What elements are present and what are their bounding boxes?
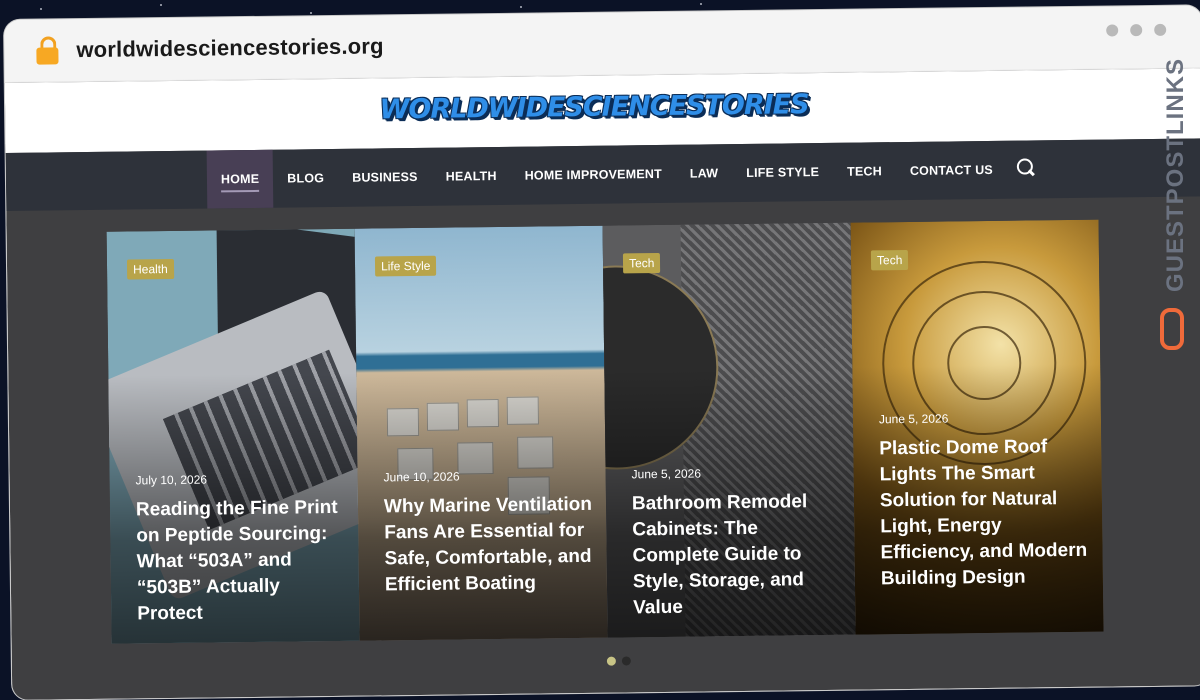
nav-home[interactable]: HOME <box>206 149 274 209</box>
link-icon <box>1160 308 1184 350</box>
pagination-dot-active[interactable] <box>606 656 616 666</box>
site-logo[interactable]: WORLDWIDESCIENCESTORIES <box>379 89 808 125</box>
window-controls <box>1106 23 1167 37</box>
browser-window: worldwidesciencestories.org WORLDWIDESCI… <box>4 5 1200 700</box>
nav-contact-us[interactable]: CONTACT US <box>896 141 1008 200</box>
slide-card[interactable]: Tech June 5, 2026 Bathroom Remodel Cabin… <box>602 222 856 638</box>
post-title[interactable]: Plastic Dome Roof Lights The Smart Solut… <box>879 434 1091 593</box>
post-date: June 5, 2026 <box>878 411 949 427</box>
pagination-dot[interactable] <box>621 656 631 666</box>
window-dot[interactable] <box>1106 24 1119 37</box>
lock-icon <box>36 36 59 65</box>
post-title[interactable]: Reading the Fine Print on Peptide Sourci… <box>136 495 348 628</box>
slide-card[interactable]: Health July 10, 2026 Reading the Fine Pr… <box>106 228 360 644</box>
post-slider: Health July 10, 2026 Reading the Fine Pr… <box>106 219 1107 644</box>
category-badge[interactable]: Tech <box>622 252 661 274</box>
category-badge[interactable]: Health <box>126 258 174 280</box>
post-title[interactable]: Why Marine Ventilation Fans Are Essentia… <box>384 492 595 599</box>
search-icon[interactable] <box>1016 158 1033 175</box>
url-text[interactable]: worldwidesciencestories.org <box>76 33 384 63</box>
window-dot[interactable] <box>1154 23 1167 36</box>
category-badge[interactable]: Tech <box>870 249 909 271</box>
category-badge[interactable]: Life Style <box>374 255 437 277</box>
window-dot[interactable] <box>1130 24 1143 37</box>
nav-tech[interactable]: TECH <box>833 142 897 201</box>
slider-pagination <box>606 656 631 666</box>
post-date: June 10, 2026 <box>383 469 460 485</box>
nav-business[interactable]: BUSINESS <box>338 148 432 207</box>
post-date: July 10, 2026 <box>135 472 208 488</box>
nav-blog[interactable]: BLOG <box>273 149 339 208</box>
website: WORLDWIDESCIENCESTORIES HOME BLOG BUSINE… <box>4 68 1200 700</box>
nav-health[interactable]: HEALTH <box>431 147 511 206</box>
nav-law[interactable]: LAW <box>676 144 733 203</box>
slide-card[interactable]: Life Style June 10, 2026 Why Marine Vent… <box>354 225 608 641</box>
post-date: June 5, 2026 <box>631 466 702 482</box>
slide-card[interactable]: Tech June 5, 2026 Plastic Dome Roof Ligh… <box>850 219 1104 635</box>
nav-home-improvement[interactable]: HOME IMPROVEMENT <box>510 145 676 205</box>
watermark-text: GUESTPOSTLINKS <box>1162 58 1189 293</box>
guestpostlinks-watermark: GUESTPOSTLINKS <box>1156 58 1196 358</box>
nav-life-style[interactable]: LIFE STYLE <box>732 143 834 202</box>
post-title[interactable]: Bathroom Remodel Cabinets: The Complete … <box>632 489 844 622</box>
